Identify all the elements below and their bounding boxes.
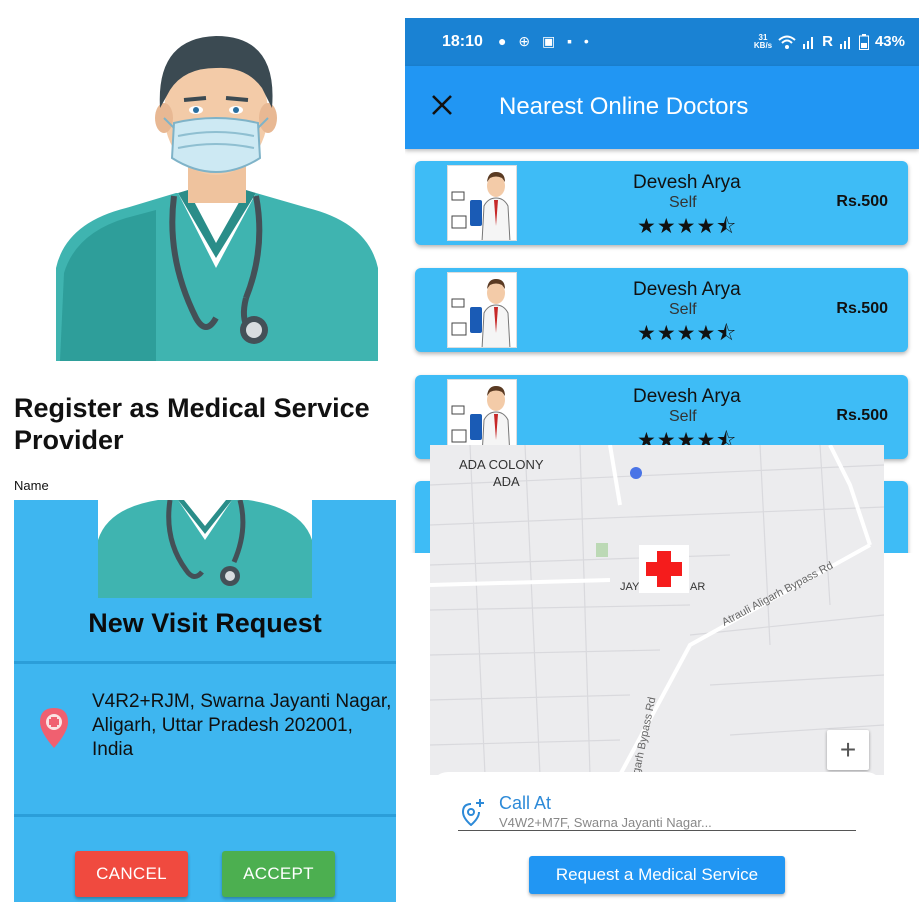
wifi-icon: [778, 35, 796, 49]
map-view[interactable]: ADA COLONY ADA JAY AR Atrauli Aligarh By…: [430, 445, 884, 775]
map-label: AR: [690, 581, 706, 593]
register-title: Register as Medical Service Provider: [14, 393, 370, 455]
doctor-price: Rs.500: [836, 407, 888, 424]
doctor-avatar: [447, 272, 517, 348]
visit-address: V4R2+RJM, Swarna Jayanti Nagar, Aligarh,…: [92, 691, 392, 760]
doctor-type: Self: [669, 301, 697, 318]
doctor-price: Rs.500: [836, 300, 888, 317]
location-pin-icon: [38, 708, 70, 748]
bottom-sheet: Call At V4W2+M7F, Swarna Jayanti Nagar..…: [430, 772, 884, 908]
page-title: Nearest Online Doctors: [499, 93, 749, 120]
doctor-price: Rs.500: [836, 193, 888, 210]
battery-level: 43%: [874, 33, 905, 50]
doctor-card[interactable]: Devesh Arya Self ★★★★⯪ Rs.500: [415, 161, 908, 245]
doctor-avatar: [447, 379, 517, 455]
divider: [14, 814, 396, 817]
doctor-rating-stars: ★★★★⯪: [637, 322, 738, 345]
doctor-type: Self: [669, 194, 697, 211]
map-label: JAY: [620, 581, 640, 593]
signal-icon: [839, 36, 850, 49]
doctor-type: Self: [669, 408, 697, 425]
status-bar: 18:10 ● ⊕ ▣ ▪ • 31 KB/s R 43%: [405, 18, 919, 66]
map-label: ADA: [493, 474, 520, 489]
status-right: 31 KB/s R 43%: [754, 33, 905, 50]
app-bar: Nearest Online Doctors: [405, 66, 919, 149]
call-address-input[interactable]: V4W2+M7F, Swarna Jayanti Nagar...: [499, 815, 712, 830]
notification-icons: ● ⊕ ▣ ▪ •: [498, 33, 593, 49]
red-cross-icon[interactable]: [639, 545, 689, 593]
accept-button[interactable]: ACCEPT: [222, 851, 335, 897]
input-underline: [458, 830, 856, 831]
doctor-thumbnail: [98, 500, 312, 598]
status-time: 18:10: [442, 33, 483, 50]
zoom-in-button[interactable]: +: [827, 730, 869, 770]
cancel-button[interactable]: CANCEL: [75, 851, 188, 897]
add-location-icon: [461, 799, 484, 826]
battery-icon: [858, 33, 869, 50]
divider: [14, 661, 396, 664]
map-label: ADA COLONY: [459, 457, 544, 472]
request-service-button[interactable]: Request a Medical Service: [529, 856, 785, 894]
doctor-illustration: [56, 18, 378, 361]
roaming-indicator: R: [822, 33, 833, 50]
close-icon[interactable]: [429, 92, 455, 118]
call-at-label: Call At: [499, 793, 552, 813]
doctor-name: Devesh Arya: [633, 386, 741, 407]
doctor-avatar: [447, 165, 517, 241]
name-field-label: Name: [14, 478, 49, 493]
doctor-card[interactable]: Devesh Arya Self ★★★★⯪ Rs.500: [415, 268, 908, 352]
network-speed: 31 KB/s: [753, 32, 773, 50]
doctor-name: Devesh Arya: [633, 172, 741, 193]
visit-request-dialog: New Visit Request V4R2+RJM, Swarna Jayan…: [14, 500, 396, 902]
doctor-name: Devesh Arya: [633, 279, 741, 300]
signal-icon: [803, 36, 814, 49]
visit-request-title: New Visit Request: [88, 608, 322, 638]
doctor-rating-stars: ★★★★⯪: [637, 215, 738, 238]
